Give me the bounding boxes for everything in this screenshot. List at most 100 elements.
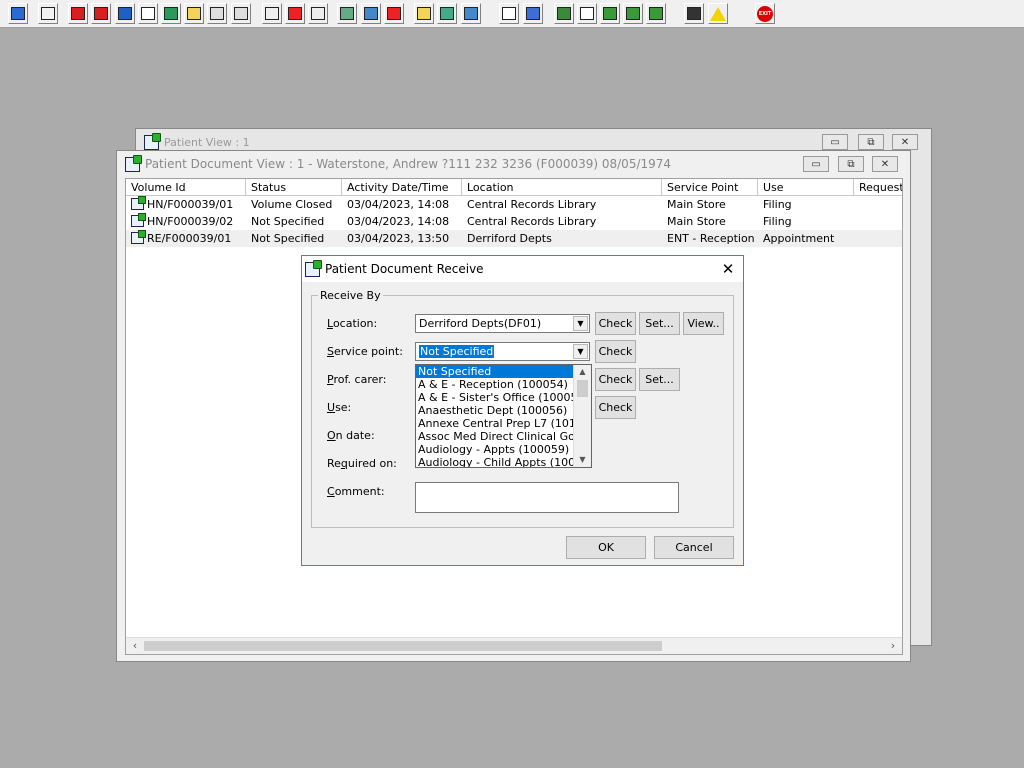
document-button[interactable] (115, 3, 135, 24)
cell-service-point: Main Store (667, 215, 726, 228)
back-close-button[interactable]: ✕ (892, 134, 918, 150)
dropdown-option[interactable]: Audiology - Appts (100059) (416, 443, 575, 456)
cell-use: Appointment (763, 232, 835, 245)
back-restore-button[interactable]: ⧉ (858, 134, 884, 150)
cell-status: Not Specified (251, 215, 325, 228)
dialog-title: Patient Document Receive (325, 262, 484, 276)
doctor-button[interactable] (161, 3, 181, 24)
comment-label: Comment: (327, 485, 385, 498)
scroll-down-icon[interactable]: ▼ (574, 453, 591, 467)
scroll-right-icon[interactable]: › (885, 639, 901, 653)
edit-button[interactable] (91, 3, 111, 24)
scrollbar-thumb[interactable] (144, 641, 662, 651)
column-header-status[interactable]: Status (246, 179, 342, 196)
chevron-down-icon[interactable]: ▼ (573, 316, 588, 331)
horizontal-scrollbar[interactable]: ‹ › (126, 637, 902, 654)
card-icon (210, 7, 224, 20)
column-header-service-point[interactable]: Service Point (662, 179, 758, 196)
envelope-button[interactable] (262, 3, 282, 24)
volume-icon (131, 196, 146, 210)
swap-button[interactable] (684, 3, 704, 24)
swap-icon (687, 7, 701, 20)
required-on-label: Required on: (327, 457, 397, 470)
location-set-button[interactable]: Set... (639, 312, 680, 335)
cell-status: Not Specified (251, 232, 325, 245)
m-button[interactable] (138, 3, 158, 24)
card-button[interactable] (207, 3, 227, 24)
dialog-titlebar[interactable]: Patient Document Receive (302, 256, 743, 282)
dropdown-option[interactable]: A & E - Sister's Office (100055) (416, 391, 575, 404)
main-window-titlebar[interactable]: Patient Document View : 1 - Waterstone, … (117, 151, 910, 177)
back-minimize-button[interactable]: ▭ (822, 134, 848, 150)
table-row[interactable]: RE/F000039/01 Not Specified 03/04/2023, … (126, 230, 902, 247)
prof-carer-set-button[interactable]: Set... (639, 368, 680, 391)
tray-button[interactable] (461, 3, 481, 24)
form-icon (311, 7, 325, 20)
patient-icon (11, 7, 25, 20)
notes-button[interactable] (184, 3, 204, 24)
ticket-button[interactable] (231, 3, 251, 24)
minimize-button[interactable]: ▭ (803, 156, 829, 172)
table-row[interactable]: HN/F000039/01 Volume Closed 03/04/2023, … (126, 196, 902, 213)
location-check-button[interactable]: Check (595, 312, 636, 335)
volume-id-text: HN/F000039/01 (147, 198, 234, 211)
service-point-dropdown-list[interactable]: Not Specified A & E - Reception (100054)… (415, 364, 592, 468)
warning-icon (710, 6, 726, 21)
patient-button[interactable] (8, 3, 28, 24)
close-button[interactable]: ✕ (872, 156, 898, 172)
receive-button[interactable] (623, 3, 643, 24)
prof-carer-check-button[interactable]: Check (595, 368, 636, 391)
volume-button[interactable] (577, 3, 597, 24)
transfer-button[interactable] (600, 3, 620, 24)
receive-icon (626, 7, 640, 20)
service-point-check-button[interactable]: Check (595, 340, 636, 363)
dropdown-scrollbar[interactable]: ▲ ▼ (573, 365, 591, 467)
list-button[interactable] (414, 3, 434, 24)
book-button[interactable] (68, 3, 88, 24)
bed-button[interactable] (437, 3, 457, 24)
ok-button[interactable]: OK (566, 536, 646, 559)
dropdown-option[interactable]: Annexe Central Prep L7 (101904) (416, 417, 575, 430)
scroll-up-icon[interactable]: ▲ (574, 365, 591, 379)
cell-volume-id: HN/F000039/01 (126, 196, 246, 213)
dropdown-option[interactable]: Anaesthetic Dept (100056) (416, 404, 575, 417)
dropdown-option[interactable]: A & E - Reception (100054) (416, 378, 575, 391)
clock-button[interactable] (285, 3, 305, 24)
form-button[interactable] (308, 3, 328, 24)
chevron-down-icon[interactable]: ▼ (573, 344, 588, 359)
column-header-volume-id[interactable]: Volume Id (126, 179, 246, 196)
comment-field[interactable] (415, 482, 679, 513)
doctor-icon (164, 7, 178, 20)
table-row[interactable]: HN/F000039/02 Not Specified 03/04/2023, … (126, 213, 902, 230)
location-combobox[interactable]: Derriford Depts(DF01) ▼ (415, 314, 590, 333)
cell-location: Derriford Depts (467, 232, 552, 245)
scroll-left-icon[interactable]: ‹ (127, 639, 143, 653)
use-check-button[interactable]: Check (595, 396, 636, 419)
return-button[interactable] (646, 3, 666, 24)
return-icon (649, 7, 663, 20)
cancel-button[interactable]: Cancel (654, 536, 734, 559)
warning-button[interactable] (708, 3, 728, 24)
print-button[interactable] (38, 3, 58, 24)
location-view-button[interactable]: View.. (683, 312, 724, 335)
column-header-use[interactable]: Use (758, 179, 854, 196)
dialog-close-icon[interactable]: ✕ (719, 260, 737, 278)
dropdown-option[interactable]: Audiology - Child Appts (100060) (416, 456, 575, 467)
column-header-requested[interactable]: Requeste (854, 179, 902, 196)
register-button[interactable] (337, 3, 357, 24)
dropdown-option[interactable]: Not Specified (416, 365, 575, 378)
chart-button[interactable] (384, 3, 404, 24)
column-header-activity[interactable]: Activity Date/Time (342, 179, 462, 196)
column-header-location[interactable]: Location (462, 179, 662, 196)
service-point-value: Not Specified (419, 345, 495, 358)
restore-button[interactable]: ⧉ (838, 156, 864, 172)
dropdown-scroll-thumb[interactable] (577, 380, 588, 397)
tray-icon (464, 7, 478, 20)
bars-button[interactable] (523, 3, 543, 24)
page-button[interactable] (499, 3, 519, 24)
exit-button[interactable]: EXIT (755, 3, 775, 24)
dropdown-option[interactable]: Assoc Med Direct Clinical Govern (416, 430, 575, 443)
report-button[interactable] (361, 3, 381, 24)
search-button[interactable] (554, 3, 574, 24)
service-point-combobox[interactable]: Not Specified ▼ (415, 342, 590, 361)
